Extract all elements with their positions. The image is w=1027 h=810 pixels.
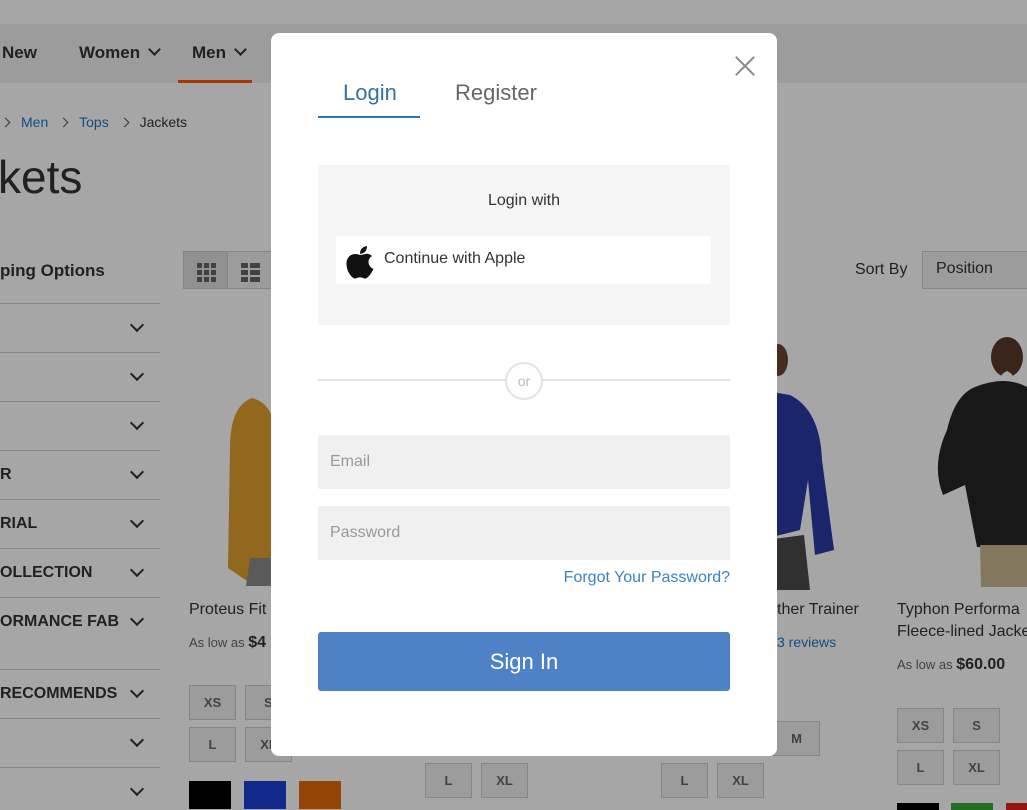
- sign-in-button[interactable]: Sign In: [318, 632, 730, 691]
- continue-with-apple-button[interactable]: Continue with Apple: [336, 236, 711, 284]
- apple-logo-icon: [346, 246, 374, 279]
- active-tab-indicator: [318, 116, 420, 118]
- tab-login[interactable]: Login: [343, 80, 397, 106]
- tab-register[interactable]: Register: [455, 80, 537, 106]
- or-separator: or: [505, 362, 543, 400]
- social-login-title: Login with: [487, 192, 561, 209]
- apple-button-label: Continue with Apple: [384, 250, 526, 267]
- email-field[interactable]: [318, 435, 730, 489]
- login-modal: Login Register Login with Continue with …: [271, 33, 777, 756]
- social-login-panel: Login with Continue with Apple: [318, 165, 730, 325]
- forgot-password-link[interactable]: Forgot Your Password?: [318, 569, 730, 587]
- password-field[interactable]: [318, 506, 730, 560]
- close-icon[interactable]: [733, 54, 757, 78]
